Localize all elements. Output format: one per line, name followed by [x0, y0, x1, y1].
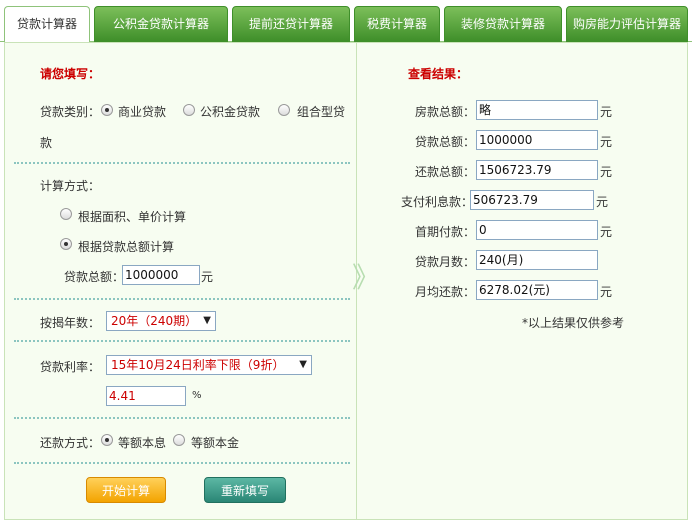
divider: [14, 462, 350, 464]
radio-calc-by-area[interactable]: [60, 208, 72, 220]
loan-type-label: 贷款类别：: [40, 105, 101, 119]
interest-output[interactable]: 506723.79: [470, 190, 594, 210]
radio-equal-installment[interactable]: [101, 434, 113, 446]
divider: [14, 340, 350, 342]
rate-label: 贷款利率：: [40, 360, 101, 374]
house-total-output[interactable]: 略: [476, 100, 598, 120]
years-label: 按揭年数：: [40, 316, 101, 330]
combined-loan-label: 组合型贷: [297, 105, 346, 119]
interest-unit: 元: [596, 195, 609, 209]
calc-method-label: 计算方式：: [40, 179, 101, 193]
down-payment-unit: 元: [600, 225, 613, 239]
calc-by-total-label: 根据贷款总额计算: [78, 240, 175, 254]
radio-commercial-loan[interactable]: [101, 104, 113, 116]
radio-equal-principal[interactable]: [173, 434, 185, 446]
loan-months-label: 贷款月数：: [415, 255, 476, 269]
tab-bar: 贷款计算器 公积金贷款计算器 提前还贷计算器 税费计算器 装修贷款计算器 购房能…: [0, 0, 692, 43]
house-total-unit: 元: [600, 105, 613, 119]
tab-prepayment-calculator[interactable]: 提前还贷计算器: [232, 6, 350, 42]
down-payment-label: 首期付款：: [415, 225, 476, 239]
years-select-value: 20年（240期）: [111, 314, 198, 328]
radio-provident-fund-loan[interactable]: [183, 104, 195, 116]
radio-calc-by-total[interactable]: [60, 238, 72, 250]
loan-total-unit: 元: [201, 270, 214, 284]
divider: [14, 298, 350, 300]
tab-loan-calculator[interactable]: 贷款计算器: [4, 6, 90, 43]
calc-by-area-label: 根据面积、单价计算: [78, 210, 187, 224]
combined-loan-label-wrap: 款: [40, 136, 53, 150]
radio-combined-loan[interactable]: [278, 104, 290, 116]
tab-renovation-loan-calculator[interactable]: 装修贷款计算器: [444, 6, 562, 42]
reset-button[interactable]: 重新填写: [204, 477, 286, 503]
monthly-payment-unit: 元: [600, 285, 613, 299]
repay-total-output[interactable]: 1506723.79: [476, 160, 598, 180]
loan-total-output[interactable]: 1000000: [476, 130, 598, 150]
repay-total-unit: 元: [600, 165, 613, 179]
rate-input[interactable]: 4.41: [106, 386, 186, 406]
loan-total-input[interactable]: 1000000: [122, 265, 200, 285]
years-select[interactable]: 20年（240期） ▼: [106, 311, 216, 331]
tab-provident-fund-calculator[interactable]: 公积金贷款计算器: [94, 6, 228, 42]
loan-total-label: 贷款总额：: [64, 270, 125, 284]
equal-principal-label: 等额本金: [191, 436, 240, 450]
triangle-down-icon: ▼: [299, 359, 307, 370]
rate-select[interactable]: 15年10月24日利率下限（9折） ▼: [106, 355, 312, 375]
house-total-label: 房款总额：: [415, 105, 476, 119]
repay-method-label: 还款方式：: [40, 436, 101, 450]
monthly-payment-output[interactable]: 6278.02(元): [476, 280, 598, 300]
loan-total-result-label: 贷款总额：: [415, 135, 476, 149]
repay-total-label: 还款总额：: [415, 165, 476, 179]
rate-unit: %: [192, 390, 202, 401]
disclaimer-note: *以上结果仅供参考: [522, 316, 625, 330]
loan-months-output[interactable]: 240(月): [476, 250, 598, 270]
equal-installment-label: 等额本息: [118, 436, 167, 450]
input-section-title: 请您填写：: [40, 67, 101, 81]
result-section-title: 查看结果：: [408, 67, 469, 81]
commercial-loan-label: 商业贷款: [118, 105, 167, 119]
monthly-payment-label: 月均还款：: [415, 285, 476, 299]
triangle-down-icon: ▼: [203, 315, 211, 326]
tab-tax-calculator[interactable]: 税费计算器: [354, 6, 440, 42]
loan-total-result-unit: 元: [600, 135, 613, 149]
start-calculate-button[interactable]: 开始计算: [86, 477, 166, 503]
divider: [14, 417, 350, 419]
divider: [14, 162, 350, 164]
rate-select-value: 15年10月24日利率下限（9折）: [111, 358, 285, 372]
down-payment-output[interactable]: 0: [476, 220, 598, 240]
interest-label: 支付利息款：: [401, 195, 474, 209]
chevron-right-icon: 》: [352, 261, 381, 294]
tab-affordability-calculator[interactable]: 购房能力评估计算器: [566, 6, 688, 42]
provident-fund-loan-label: 公积金贷款: [200, 105, 261, 119]
